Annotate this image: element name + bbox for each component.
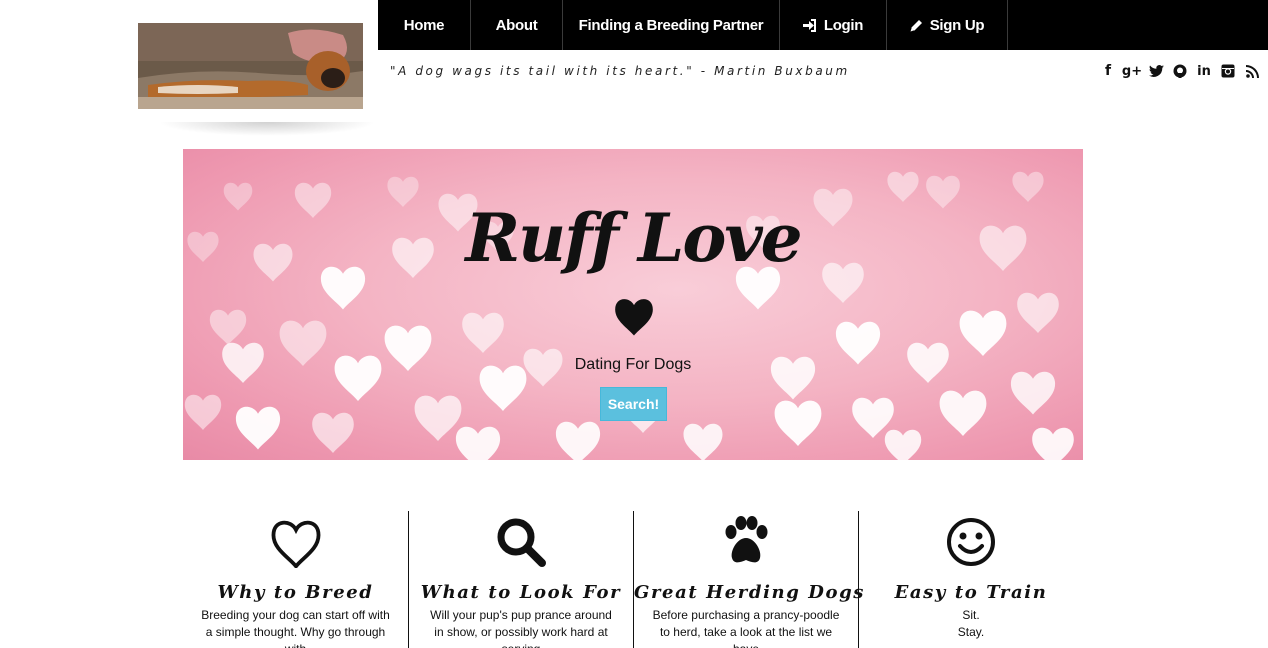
smiley-icon: [859, 512, 1083, 572]
heart-outline-icon: [183, 512, 408, 572]
nav-finding-breeding-partner[interactable]: Finding a Breeding Partner: [563, 0, 780, 50]
sign-in-icon: [802, 18, 817, 32]
magnifier-icon: [409, 512, 633, 572]
feature-title: Easy to Train: [894, 582, 1048, 603]
paw-icon: [634, 512, 858, 572]
hero-title: Ruff Love: [465, 199, 802, 277]
main-nav: Home About Finding a Breeding Partner Lo…: [378, 0, 1268, 50]
feature-what-to-look-for: What to Look For Will your pup's pup pra…: [408, 511, 633, 648]
feature-title: Why to Breed: [217, 582, 374, 603]
feature-easy-to-train: Easy to Train Sit. Stay.: [858, 511, 1083, 648]
features-row: Why to Breed Breeding your dog can start…: [183, 511, 1083, 648]
github-icon[interactable]: [1172, 62, 1188, 80]
feature-why-to-breed: Why to Breed Breeding your dog can start…: [183, 511, 408, 648]
logo-shadow: [158, 122, 376, 136]
nav-home[interactable]: Home: [378, 0, 471, 50]
feature-title: Great Herding Dogs: [634, 582, 865, 603]
dog-photo: [138, 23, 363, 109]
header-quote: "A dog wags its tail with its heart." - …: [390, 64, 850, 78]
nav-login-label: Login: [823, 16, 864, 34]
feature-great-herding-dogs: Great Herding Dogs Before purchasing a p…: [633, 511, 865, 648]
nav-about[interactable]: About: [471, 0, 563, 50]
linkedin-icon[interactable]: in: [1196, 62, 1212, 80]
heart-icon: [611, 295, 657, 342]
site-logo[interactable]: [138, 23, 363, 109]
nav-home-label: Home: [403, 16, 445, 34]
feature-line: Stay.: [957, 625, 985, 639]
search-button[interactable]: Search!: [600, 387, 667, 421]
social-links: f g+ in: [1100, 62, 1260, 80]
google-plus-icon[interactable]: g+: [1122, 62, 1142, 80]
nav-finding-label: Finding a Breeding Partner: [578, 16, 764, 34]
feature-text: Before purchasing a prancy-poodle to her…: [652, 608, 840, 648]
feature-title: What to Look For: [420, 582, 622, 603]
pencil-icon: [910, 19, 923, 32]
nav-signup-label: Sign Up: [929, 16, 985, 34]
hero-banner: Ruff Love Dating For Dogs Search!: [183, 149, 1083, 460]
nav-login[interactable]: Login: [780, 0, 887, 50]
instagram-icon[interactable]: [1220, 62, 1236, 80]
feature-text: Breeding your dog can start off with a s…: [201, 608, 390, 648]
nav-sign-up[interactable]: Sign Up: [887, 0, 1008, 50]
nav-about-label: About: [495, 16, 538, 34]
hero-subtitle: Dating For Dogs: [574, 356, 692, 373]
facebook-icon[interactable]: f: [1100, 62, 1116, 80]
twitter-icon[interactable]: [1148, 62, 1164, 80]
rss-icon[interactable]: [1244, 62, 1260, 80]
feature-line: Sit.: [962, 608, 980, 622]
feature-text: Sit. Stay.: [876, 607, 1066, 641]
feature-text: Will your pup's pup prance around in sho…: [430, 608, 612, 648]
